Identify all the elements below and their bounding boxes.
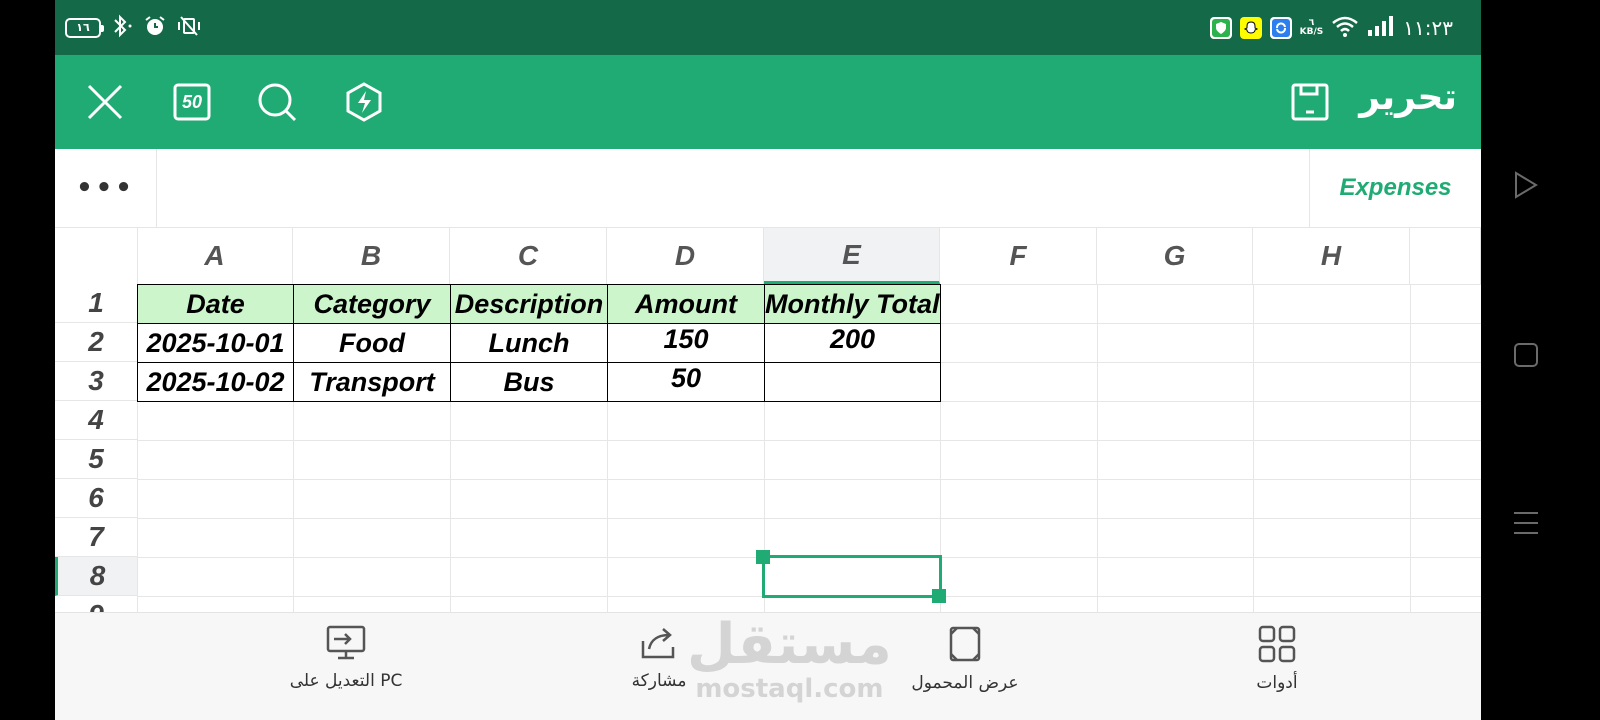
network-speed-unit: KB/S xyxy=(1299,27,1324,37)
row-header-5[interactable]: 5 xyxy=(55,440,137,479)
network-speed: ٦ KB/S xyxy=(1300,19,1324,37)
battery-indicator: ١٦ xyxy=(65,18,104,38)
cell-c2[interactable]: Lunch xyxy=(451,324,607,363)
bottom-bar: مستقل mostaql.com التعديل على PC مشاركة … xyxy=(55,612,1481,720)
search-icon[interactable] xyxy=(257,82,297,122)
home-icon[interactable] xyxy=(1512,341,1540,373)
row-header-4[interactable]: 4 xyxy=(55,401,137,440)
row-header-8[interactable]: 8 xyxy=(55,557,137,596)
col-header-d[interactable]: D xyxy=(607,228,764,284)
share-label: مشاركة xyxy=(631,671,687,691)
snapchat-icon xyxy=(1239,17,1262,39)
status-bar: ١٦ ٦ KB/S ١١:٢٣ xyxy=(55,0,1481,55)
col-header-h[interactable]: H xyxy=(1253,228,1410,284)
spreadsheet-grid[interactable]: A B C D E F G H 1 2 3 4 5 6 7 8 9 xyxy=(55,228,1481,612)
cell-e3[interactable] xyxy=(765,359,940,398)
col-header-c[interactable]: C xyxy=(450,228,607,284)
tools-icon xyxy=(1258,625,1296,667)
col-header-next[interactable] xyxy=(1410,228,1481,284)
watermark: مستقل mostaql.com xyxy=(687,612,892,704)
mobile-view-label: عرض المحمول xyxy=(911,673,1019,693)
cell-d1[interactable]: Amount xyxy=(608,285,764,324)
save-icon[interactable] xyxy=(1290,82,1330,122)
col-header-b[interactable]: B xyxy=(293,228,450,284)
row-header-7[interactable]: 7 xyxy=(55,518,137,557)
col-header-g[interactable]: G xyxy=(1097,228,1253,284)
gridline xyxy=(1097,284,1098,612)
page-title: تحرير xyxy=(1359,77,1457,118)
cell-a2[interactable]: 2025-10-01 xyxy=(138,324,293,363)
mobile-view-icon xyxy=(948,625,982,667)
status-right: ٦ KB/S ١١:٢٣ xyxy=(1209,14,1453,42)
gridline xyxy=(1410,284,1411,612)
cell-d2[interactable]: 150 xyxy=(608,320,764,359)
top-toolbar: 50 تحرير xyxy=(55,55,1481,149)
cell-e2[interactable]: 200 xyxy=(765,320,940,359)
row-header-3[interactable]: 3 xyxy=(55,362,137,401)
cell-b1[interactable]: Category xyxy=(294,285,450,324)
cell-d3[interactable]: 50 xyxy=(608,359,764,398)
cell-b3[interactable]: Transport xyxy=(294,363,450,402)
status-left: ١٦ xyxy=(65,14,203,42)
cell-a1[interactable]: Date xyxy=(138,285,293,324)
alarm-icon xyxy=(143,14,167,42)
selection-handle-end[interactable] xyxy=(932,589,946,603)
pc-edit-icon xyxy=(326,625,366,665)
back-icon[interactable] xyxy=(1512,170,1540,204)
cell-a3[interactable]: 2025-10-02 xyxy=(138,363,293,402)
system-navigation-bar xyxy=(1481,0,1600,720)
power-icon[interactable] xyxy=(344,82,384,122)
share-button[interactable]: مشاركة xyxy=(629,625,689,691)
counter-icon[interactable]: 50 xyxy=(172,82,212,122)
tools-label: أدوات xyxy=(1256,673,1298,693)
cell-c1[interactable]: Description xyxy=(451,285,607,324)
formula-bar: ••• Expenses xyxy=(55,149,1481,228)
mobile-view-button[interactable]: عرض المحمول xyxy=(910,625,1020,693)
col-header-f[interactable]: F xyxy=(940,228,1097,284)
signal-icon xyxy=(1367,15,1395,41)
cell-b2[interactable]: Food xyxy=(294,324,450,363)
gridline xyxy=(137,479,1481,480)
row-header-9[interactable]: 9 xyxy=(55,596,137,612)
sync-app-icon xyxy=(1269,17,1292,39)
row-header-1[interactable]: 1 xyxy=(55,284,137,323)
more-options-button[interactable]: ••• xyxy=(55,149,157,227)
close-icon[interactable] xyxy=(85,82,125,122)
edit-on-pc-button[interactable]: التعديل على PC xyxy=(289,625,403,691)
cell-e1[interactable]: Monthly Total xyxy=(765,285,940,324)
bluetooth-icon xyxy=(109,14,135,42)
recents-icon[interactable] xyxy=(1512,509,1540,541)
counter-value: 50 xyxy=(181,91,203,112)
selection-handle-start[interactable] xyxy=(756,550,770,564)
col-header-a[interactable]: A xyxy=(137,228,293,284)
col-header-e[interactable]: E xyxy=(764,228,940,284)
watermark-english: mostaql.com xyxy=(695,674,884,704)
watermark-arabic: مستقل xyxy=(687,612,892,677)
row-header-2[interactable]: 2 xyxy=(55,323,137,362)
gridline xyxy=(1253,284,1254,612)
vibrate-off-icon xyxy=(175,14,203,42)
gridline xyxy=(137,518,1481,519)
selected-cell-e8[interactable] xyxy=(762,555,942,598)
row-header-6[interactable]: 6 xyxy=(55,479,137,518)
wifi-icon xyxy=(1331,14,1359,42)
clock: ١١:٢٣ xyxy=(1403,16,1453,40)
shield-app-icon xyxy=(1209,17,1232,39)
sheet-name-tab[interactable]: Expenses xyxy=(1309,149,1481,227)
share-icon xyxy=(639,625,679,665)
app-screen: ١٦ ٦ KB/S ١١:٢٣ 50 تحرير ••• Expenses A … xyxy=(55,0,1481,720)
cell-c3[interactable]: Bus xyxy=(451,363,607,402)
tools-button[interactable]: أدوات xyxy=(1247,625,1307,693)
edit-on-pc-label: التعديل على PC xyxy=(289,671,403,691)
gridline xyxy=(137,440,1481,441)
